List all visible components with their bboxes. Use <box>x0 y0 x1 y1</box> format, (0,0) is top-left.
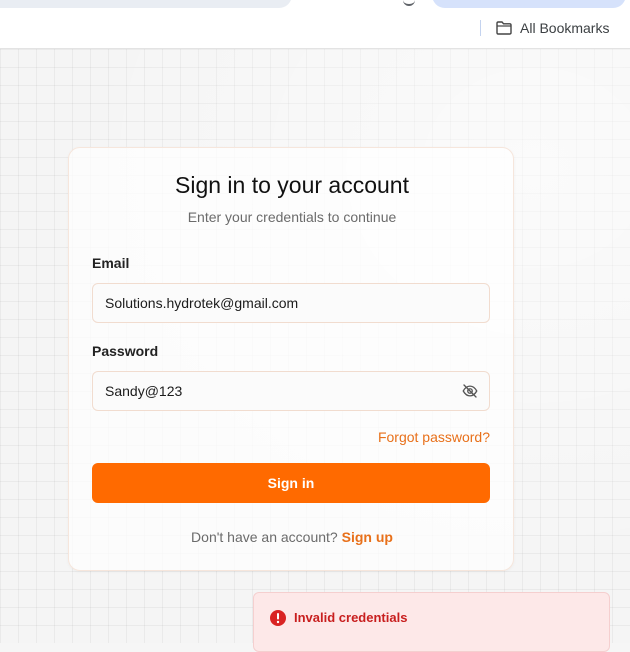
signup-prompt: Don't have an account? <box>191 529 338 545</box>
page-background: Sign in to your account Enter your crede… <box>0 49 630 643</box>
page-subtitle: Enter your credentials to continue <box>187 209 397 225</box>
all-bookmarks-label: All Bookmarks <box>520 20 610 36</box>
toast-message: Invalid credentials <box>294 610 408 625</box>
toolbar-pill-button[interactable] <box>432 0 626 8</box>
folder-icon <box>496 21 512 35</box>
password-label: Password <box>92 343 159 359</box>
eye-off-icon[interactable] <box>461 382 479 400</box>
profile-icon[interactable] <box>403 0 415 6</box>
bookmarks-separator <box>480 20 481 36</box>
all-bookmarks-button[interactable]: All Bookmarks <box>496 18 609 38</box>
error-toast: Invalid credentials <box>253 592 610 652</box>
email-label: Email <box>92 255 130 271</box>
sign-up-link[interactable]: Sign up <box>342 529 393 545</box>
password-field[interactable]: Sandy@123 <box>92 371 490 411</box>
browser-tabstrip <box>0 0 630 8</box>
password-value: Sandy@123 <box>105 383 183 399</box>
page-title: Sign in to your account <box>175 172 409 198</box>
email-field[interactable]: Solutions.hydrotek@gmail.com <box>92 283 490 323</box>
forgot-password-link[interactable]: Forgot password? <box>378 429 490 445</box>
login-card: Sign in to your account Enter your crede… <box>68 147 514 571</box>
sign-in-button[interactable]: Sign in <box>92 463 490 503</box>
bookmarks-bar: All Bookmarks <box>0 8 630 49</box>
alert-circle-icon <box>269 609 287 627</box>
email-value: Solutions.hydrotek@gmail.com <box>105 295 299 311</box>
signup-row: Don't have an account? Sign up <box>69 529 515 545</box>
address-bar[interactable] <box>0 0 292 8</box>
